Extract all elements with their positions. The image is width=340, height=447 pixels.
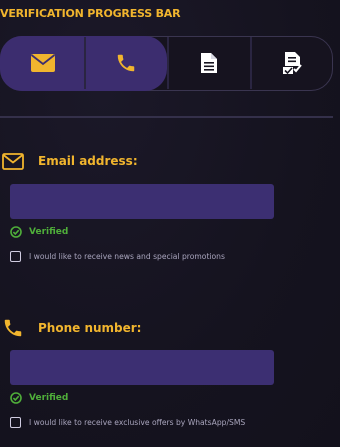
email-label: Email address:: [38, 154, 138, 168]
envelope-icon: [2, 153, 24, 170]
document-icon: [200, 53, 217, 73]
verification-page: VERIFICATION PROGRESS BAR Email address:…: [0, 0, 340, 447]
phone-status: Verified: [10, 390, 68, 406]
email-consent[interactable]: I would like to receive news and special…: [10, 248, 225, 264]
verification-progress-bar: [0, 35, 333, 91]
envelope-icon: [30, 54, 55, 72]
phone-consent[interactable]: I would like to receive exclusive offers…: [10, 414, 245, 430]
phone-status-text: Verified: [29, 393, 69, 403]
email-status-text: Verified: [29, 227, 69, 237]
step-document-check[interactable]: [250, 37, 333, 89]
check-circle-icon: [10, 226, 22, 238]
email-input[interactable]: [10, 184, 274, 219]
page-title: VERIFICATION PROGRESS BAR: [0, 7, 181, 20]
step-document[interactable]: [167, 37, 250, 89]
phone-label: Phone number:: [38, 321, 142, 335]
email-status: Verified: [10, 224, 68, 240]
email-consent-checkbox[interactable]: [10, 250, 21, 262]
phone-icon: [4, 319, 22, 337]
phone-consent-label: I would like to receive exclusive offers…: [29, 417, 246, 427]
phone-input[interactable]: [10, 350, 274, 385]
step-email[interactable]: [1, 37, 84, 89]
step-phone[interactable]: [84, 37, 167, 89]
phone-consent-checkbox[interactable]: [10, 416, 21, 428]
divider: [0, 116, 333, 118]
document-check-icon: [282, 52, 302, 75]
email-consent-label: I would like to receive news and special…: [29, 251, 225, 261]
check-circle-icon: [10, 392, 22, 404]
phone-icon: [117, 54, 134, 72]
